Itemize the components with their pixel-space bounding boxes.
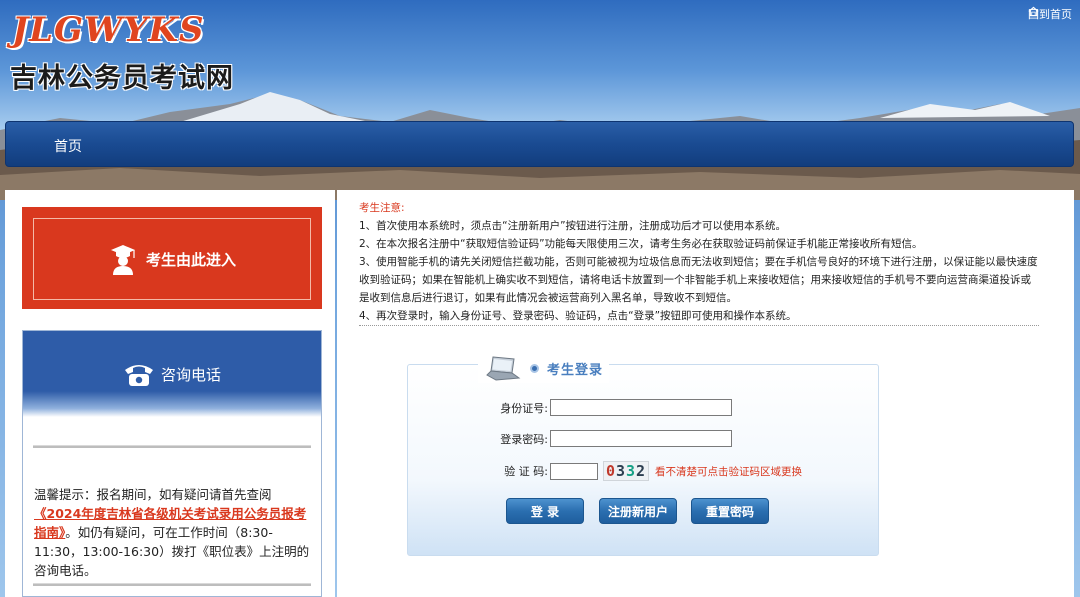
captcha-digit: 2 — [636, 462, 647, 480]
captcha-label: 验 证 码: — [504, 465, 548, 478]
nav-item-home[interactable]: 首页 — [54, 136, 82, 156]
notice-item: 4、再次登录时，输入身份证号、登录密码、验证码，点击“登录”按钮即可使用和操作本… — [359, 310, 797, 322]
login-title: 考生登录 — [478, 353, 610, 383]
notice-item: 2、在本次报名注册中“获取短信验证码”功能每天限使用三次，请考生务必在获取验证码… — [359, 238, 923, 250]
notice-item: 1、首次使用本系统时，须点击“注册新用户”按钮进行注册，注册成功后才可以使用本系… — [359, 220, 787, 232]
password-input[interactable] — [550, 430, 732, 447]
home-icon — [1028, 6, 1039, 17]
site-logo-en: JLGWYKS — [12, 10, 205, 50]
tips-prefix: 温馨提示：报名期间，如有疑问请首先查阅 — [34, 487, 272, 502]
header-banner: JLGWYKS 吉林公务员考试网 回到首页 — [0, 0, 1080, 200]
login-button[interactable]: 登 录 — [506, 498, 584, 524]
candidate-entry-label: 考生由此进入 — [145, 250, 236, 269]
consult-phone-label: 咨询电话 — [160, 365, 221, 384]
password-row: 登录密码: — [408, 430, 732, 447]
reset-password-button[interactable]: 重置密码 — [691, 498, 769, 524]
phone-icon — [124, 365, 153, 386]
captcha-digit: 0 — [605, 462, 616, 480]
candidate-entry-button[interactable]: 考生由此进入 — [22, 207, 322, 309]
notice-item: 3、使用智能手机的请先关闭短信拦截功能，否则可能被视为垃圾信息而无法收到短信；要… — [359, 256, 1038, 304]
tips-suffix: 。如仍有疑问，可在工作时间（8:30-11:30，13:00-16:30）拨打《… — [34, 525, 310, 578]
login-panel: 考生登录 身份证号: 登录密码: 验 证 码: 0332 看不清楚可点击验证码区… — [407, 353, 879, 556]
laptop-icon — [486, 356, 521, 381]
title-bullet-icon — [530, 363, 539, 373]
consult-phone-panel: 咨询电话 温馨提示：报名期间，如有疑问请首先查阅《2024年度吉林省各级机关考试… — [22, 330, 322, 597]
captcha-refresh-hint[interactable]: 看不清楚可点击验证码区域更换 — [655, 464, 802, 479]
id-number-input[interactable] — [550, 399, 732, 416]
id-number-label: 身份证号: — [500, 401, 548, 415]
captcha-digit: 3 — [615, 462, 626, 480]
main-navbar: 首页 — [5, 121, 1074, 167]
warm-tips: 温馨提示：报名期间，如有疑问请首先查阅《2024年度吉林省各级机关考试录用公务员… — [34, 485, 310, 580]
register-button[interactable]: 注册新用户 — [599, 498, 677, 524]
password-label: 登录密码: — [500, 432, 548, 446]
captcha-input[interactable] — [550, 462, 598, 480]
candidate-entry-inner: 考生由此进入 — [33, 218, 311, 300]
captcha-row: 验 证 码: 0332 看不清楚可点击验证码区域更换 — [408, 461, 802, 481]
divider — [33, 445, 311, 448]
notice-title: 考生注意: — [359, 202, 405, 214]
captcha-digit: 3 — [626, 462, 637, 480]
home-link[interactable]: 回到首页 — [1028, 6, 1072, 22]
captcha-image[interactable]: 0332 — [603, 461, 649, 481]
site-logo-cn: 吉林公务员考试网 — [10, 63, 234, 94]
candidate-notice: 考生注意: 1、首次使用本系统时，须点击“注册新用户”按钮进行注册，注册成功后才… — [359, 199, 1039, 325]
student-icon — [110, 245, 135, 275]
login-title-label: 考生登录 — [547, 362, 604, 378]
divider — [33, 583, 311, 586]
consult-phone-header: 咨询电话 — [23, 331, 321, 417]
id-number-row: 身份证号: — [408, 399, 732, 416]
notice-divider — [359, 325, 1039, 326]
